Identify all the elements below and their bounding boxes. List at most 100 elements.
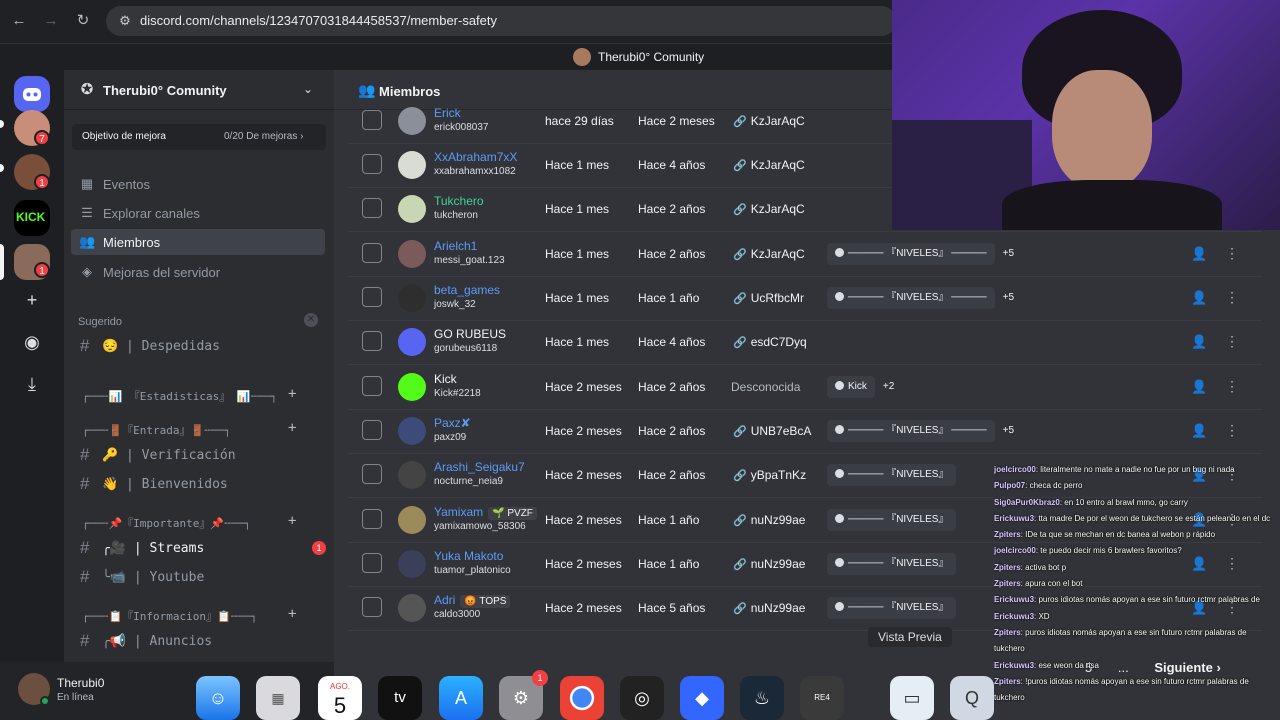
resident-evil-icon[interactable]: RE4 [800, 676, 844, 720]
row-checkbox[interactable] [362, 243, 382, 263]
member-display-name[interactable]: beta_games [434, 283, 500, 297]
download-icon[interactable]: ⤓ [20, 372, 44, 396]
member-display-name[interactable]: Erick [434, 106, 461, 120]
row-checkbox[interactable] [362, 110, 382, 130]
category-informacion[interactable]: ┌──╌📋『Informacion』📋╌──┐ + [82, 606, 332, 624]
more-options-icon[interactable]: ⋮ [1225, 333, 1239, 350]
row-checkbox[interactable] [362, 376, 382, 396]
app-store-icon[interactable]: A [439, 676, 483, 720]
role-pill[interactable]: ───── 『NIVELES』 [827, 553, 957, 575]
category-importante[interactable]: ┌──╌📌『Importante』📌╌──┐ + [82, 513, 332, 531]
direct-messages-button[interactable] [14, 76, 50, 112]
row-checkbox[interactable] [362, 553, 382, 573]
add-channel-icon[interactable]: + [288, 513, 296, 529]
member-display-name[interactable]: Kick [434, 372, 457, 386]
member-display-name[interactable]: XxAbraham7xX [434, 150, 517, 164]
add-channel-icon[interactable]: + [288, 420, 296, 436]
member-display-name[interactable]: Adri 😡 TOPS [434, 593, 511, 608]
channel-anuncios[interactable]: # ╭📢 | Anuncios [72, 629, 326, 653]
row-checkbox[interactable] [362, 597, 382, 617]
role-pill[interactable]: ───── 『NIVELES』 ───── [827, 287, 995, 309]
sidebar-item-eventos[interactable]: ▦ Eventos [71, 171, 325, 197]
channel-streams[interactable]: # ╭🎥 | Streams 1 [72, 536, 326, 560]
member-display-name[interactable]: Arielch1 [434, 239, 477, 253]
role-pill[interactable]: Kick [827, 376, 875, 398]
row-checkbox[interactable] [362, 464, 382, 484]
table-row[interactable]: Arielch1 messi_goat.123 Hace 1 mes Hace 2 a… [348, 233, 1262, 277]
apple-tv-icon[interactable]: tv [378, 676, 422, 720]
sidebar-item-mejoras[interactable]: ◈ Mejoras del servidor [71, 259, 325, 285]
channel-youtube[interactable]: # ╰📹 | Youtube [72, 565, 326, 589]
server-header[interactable]: ✪ Therubi0° Comunity ⌄ [64, 70, 334, 110]
more-roles-count[interactable]: +2 [883, 381, 894, 392]
avatar[interactable] [398, 284, 426, 312]
row-checkbox[interactable] [362, 154, 382, 174]
role-pill[interactable]: ───── 『NIVELES』 [827, 597, 957, 619]
member-display-name[interactable]: GO RUBEUS [434, 327, 506, 341]
boost-goal-bar[interactable]: Objetivo de mejora 0/20 De mejoras › [72, 124, 326, 150]
row-checkbox[interactable] [362, 509, 382, 529]
more-options-icon[interactable]: ⋮ [1225, 378, 1239, 395]
avatar[interactable] [398, 506, 426, 534]
quicktime-icon[interactable]: Q [950, 676, 994, 720]
member-display-name[interactable]: Tukchero [434, 194, 484, 208]
avatar[interactable] [398, 151, 426, 179]
role-pill[interactable]: ───── 『NIVELES』 ───── [827, 420, 995, 442]
sidebar-item-explorar-canales[interactable]: ☰ Explorar canales [71, 200, 325, 226]
member-display-name[interactable]: Arashi_Seigaku7 [434, 460, 525, 474]
view-profile-icon[interactable]: 👤 [1191, 246, 1207, 262]
role-pill[interactable]: ───── 『NIVELES』 [827, 464, 957, 486]
avatar[interactable] [398, 594, 426, 622]
role-pill[interactable]: ───── 『NIVELES』 ───── [827, 243, 995, 265]
avatar[interactable] [398, 461, 426, 489]
kick-server-icon[interactable]: KICK [14, 200, 50, 236]
table-row[interactable]: Kick Kick#2218 Hace 2 meses Hace 2 años Desc… [348, 366, 1262, 410]
channel-verificacion[interactable]: # 🔑 | Verificación [72, 443, 326, 467]
avatar[interactable] [398, 195, 426, 223]
avatar[interactable] [398, 550, 426, 578]
row-checkbox[interactable] [362, 420, 382, 440]
view-profile-icon[interactable]: 👤 [1191, 423, 1207, 439]
row-checkbox[interactable] [362, 287, 382, 307]
avatar[interactable] [398, 373, 426, 401]
explore-servers-icon[interactable]: ◉ [20, 330, 44, 354]
more-options-icon[interactable]: ⋮ [1225, 245, 1239, 262]
add-server-icon[interactable]: + [20, 288, 44, 312]
table-row[interactable]: GO RUBEUS gorubeus6118 Hace 1 mes Hace 4 añ… [348, 321, 1262, 365]
category-estadisticas[interactable]: ┌──╌📊 『Estadisticas』 📊╌──┐ + [82, 386, 332, 404]
back-arrow-icon[interactable]: ← [10, 12, 28, 30]
chrome-icon[interactable] [560, 676, 604, 720]
obs-icon[interactable]: ◎ [620, 676, 664, 720]
finder-icon[interactable]: ☺ [196, 676, 240, 720]
forward-arrow-icon[interactable]: → [42, 12, 60, 30]
add-channel-icon[interactable]: + [288, 606, 296, 622]
more-options-icon[interactable]: ⋮ [1225, 422, 1239, 439]
category-entrada[interactable]: ┌──╌🚪『Entrada』🚪╌──┐ + [82, 420, 332, 438]
more-roles-count[interactable]: +5 [1003, 248, 1014, 259]
member-display-name[interactable]: Yuka Makoto [434, 549, 503, 563]
calendar-icon[interactable]: AGO. 5 [318, 676, 362, 720]
avatar[interactable] [398, 417, 426, 445]
row-checkbox[interactable] [362, 331, 382, 351]
member-display-name[interactable]: Paxz✘ [434, 416, 471, 430]
steam-icon[interactable]: ♨ [740, 676, 784, 720]
sidebar-item-miembros[interactable]: 👥 Miembros [71, 229, 325, 255]
site-settings-icon[interactable]: ⚙ [116, 12, 134, 30]
close-icon[interactable]: ✕ [304, 313, 318, 327]
more-roles-count[interactable]: +5 [1003, 292, 1014, 303]
avatar[interactable] [398, 328, 426, 356]
avatar[interactable] [398, 240, 426, 268]
role-pill[interactable]: ───── 『NIVELES』 [827, 509, 957, 531]
channel-despedidas[interactable]: # 😔 | Despedidas [72, 334, 326, 358]
table-row[interactable]: Paxz✘ paxz09 Hace 2 meses Hace 2 años 🔗 UNB7e… [348, 410, 1262, 454]
avatar[interactable] [398, 107, 426, 135]
view-profile-icon[interactable]: 👤 [1191, 334, 1207, 350]
channel-bienvenidos[interactable]: # 👋 | Bienvenidos [72, 472, 326, 496]
address-bar[interactable]: ⚙ discord.com/channels/12347070318444585… [106, 6, 896, 36]
more-roles-count[interactable]: +5 [1003, 425, 1014, 436]
more-options-icon[interactable]: ⋮ [1225, 289, 1239, 306]
row-checkbox[interactable] [362, 198, 382, 218]
table-row[interactable]: beta_games joswk_32 Hace 1 mes Hace 1 año 🔗 U… [348, 277, 1262, 321]
reload-icon[interactable]: ↻ [74, 12, 92, 30]
member-display-name[interactable]: Yamixam 🌱 PVZF [434, 505, 537, 520]
